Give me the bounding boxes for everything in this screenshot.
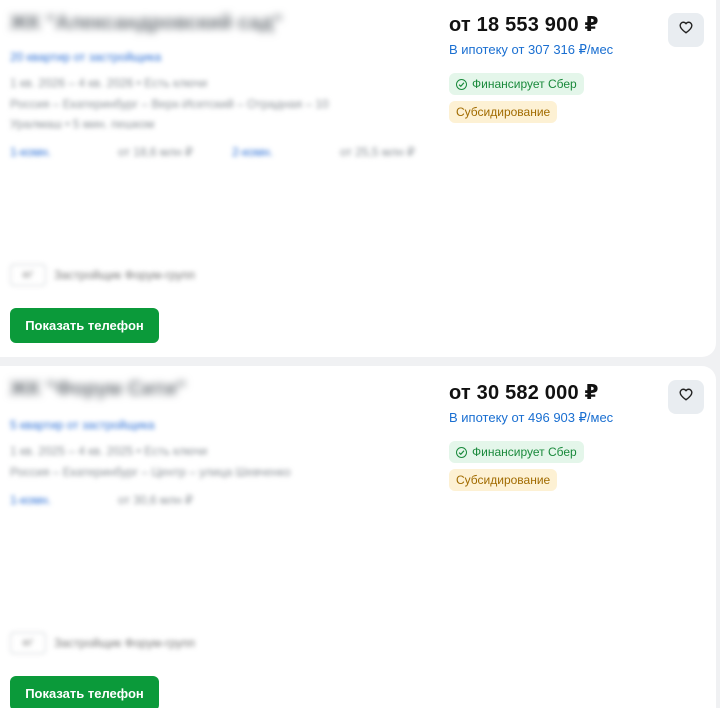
favorite-button[interactable] — [668, 380, 704, 414]
financing-badge: Финансирует Сбер — [449, 441, 584, 463]
financing-badge-label: Финансирует Сбер — [472, 445, 577, 459]
mortgage-link[interactable]: В ипотеку от 496 903 ₽/мес — [449, 410, 613, 426]
listing-subtitle[interactable]: 5 квартир от застройщика — [10, 418, 155, 432]
favorite-button[interactable] — [668, 13, 704, 47]
financing-badge-label: Финансирует Сбер — [472, 77, 577, 91]
listing-address: Россия – Екатеринбург – Верх-Исетский – … — [10, 97, 329, 111]
subsidy-badge: Субсидирование — [449, 469, 558, 491]
listing-dates: 1 кв. 2025 – 4 кв. 2025 • Есть ключи — [10, 444, 208, 458]
subsidy-badge: Субсидирование — [449, 101, 558, 123]
listing-title[interactable]: ЖК "Форум Сити" — [10, 378, 186, 401]
room-price-1: от 30,6 млн ₽ — [118, 493, 193, 507]
heart-outline-icon — [679, 21, 693, 39]
room-type-1[interactable]: 1-комн. — [10, 145, 51, 159]
listing-dates: 1 кв. 2026 – 4 кв. 2026 • Есть ключи — [10, 76, 208, 90]
show-phone-button[interactable]: Показать телефон — [10, 676, 159, 708]
developer-row: ФГ Застройщик Форум-групп — [10, 632, 195, 654]
show-phone-button[interactable]: Показать телефон — [10, 308, 159, 343]
check-circle-icon — [456, 446, 467, 458]
room-type-2[interactable]: 2-комн. — [232, 145, 273, 159]
developer-name: Застройщик Форум-групп — [54, 268, 195, 282]
room-price-1: от 18,6 млн ₽ — [118, 145, 193, 159]
listing-price: от 18 553 900 ₽ — [449, 14, 599, 36]
listing-subtitle[interactable]: 20 квартир от застройщика — [10, 50, 161, 64]
heart-outline-icon — [679, 388, 693, 406]
developer-row: ФГ Застройщик Форум-групп — [10, 264, 195, 286]
check-circle-icon — [456, 78, 467, 90]
developer-name: Застройщик Форум-групп — [54, 636, 195, 650]
developer-logo: ФГ — [10, 264, 46, 286]
listing-title[interactable]: ЖК "Александровский сад" — [10, 12, 283, 35]
listing-card[interactable]: ЖК "Форум Сити" 5 квартир от застройщика… — [0, 366, 716, 708]
room-type-1[interactable]: 1-комн. — [10, 493, 51, 507]
listing-metro: Уралмаш • 5 мин. пешком — [10, 117, 155, 131]
room-price-2: от 25,5 млн ₽ — [340, 145, 415, 159]
listing-price: от 30 582 000 ₽ — [449, 382, 599, 404]
mortgage-link[interactable]: В ипотеку от 307 316 ₽/мес — [449, 42, 613, 58]
financing-badge: Финансирует Сбер — [449, 73, 584, 95]
listing-card[interactable]: ЖК "Александровский сад" 20 квартир от з… — [0, 0, 716, 357]
listing-address: Россия – Екатеринбург – Центр – улица Ше… — [10, 465, 291, 479]
developer-logo: ФГ — [10, 632, 46, 654]
